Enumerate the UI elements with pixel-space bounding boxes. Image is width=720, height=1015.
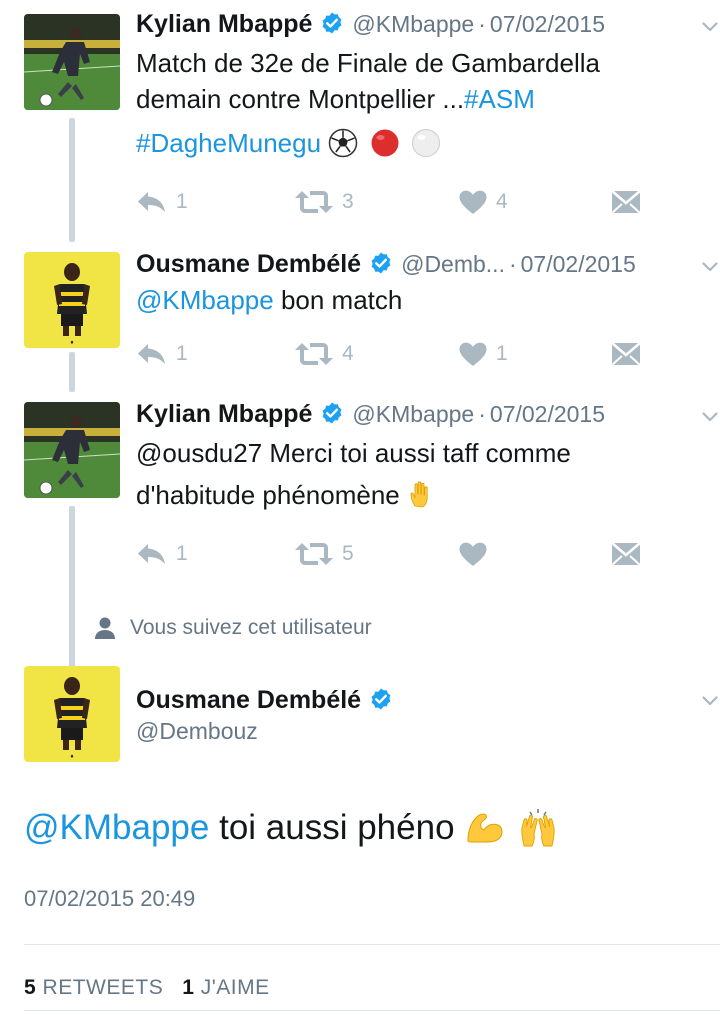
mention-link[interactable]: @KMbappe: [24, 808, 209, 847]
author-handle[interactable]: @Demb...: [401, 251, 505, 278]
tweet-date[interactable]: 07/02/2015: [490, 11, 605, 38]
divider: [24, 944, 720, 945]
author-name[interactable]: Kylian Mbappé: [136, 10, 312, 39]
author-name[interactable]: Ousmane Dembélé: [136, 250, 361, 279]
likes-count: 1: [182, 976, 195, 999]
person-icon: [95, 617, 115, 639]
reply-button[interactable]: 1: [136, 338, 188, 370]
soccer-ball-icon: [329, 128, 358, 158]
follow-notice-text: Vous suivez cet utilisateur: [130, 616, 372, 639]
tweet-actions: 1 3 4: [136, 186, 656, 218]
tweet-text: @KMbappe bon match: [136, 282, 700, 318]
tweet-date[interactable]: 07/02/2015: [490, 401, 605, 428]
tweet-text-line: demain contre Montpellier ...#ASM: [136, 81, 700, 117]
red-circle-icon: [371, 129, 399, 157]
thread-connector: [69, 352, 75, 392]
reply-count: 1: [176, 190, 188, 213]
thread-connector: [69, 118, 75, 242]
tweet-text-line: Match de 32e de Finale de Gambardella: [136, 48, 600, 78]
reply-icon: [136, 341, 168, 367]
chevron-down-icon[interactable]: [702, 412, 718, 422]
mention-link[interactable]: @KMbappe: [136, 285, 274, 315]
tweet-text: @ousdu27 Merci toi aussi taff comme d'ha…: [136, 432, 700, 516]
author-name[interactable]: Ousmane Dembélé: [136, 686, 361, 715]
retweet-icon: [294, 341, 334, 367]
author-handle[interactable]: @KMbappe: [352, 401, 474, 428]
verified-badge-icon: [369, 687, 393, 711]
reply-icon: [136, 189, 168, 215]
heart-icon: [458, 189, 488, 215]
chevron-down-icon[interactable]: [702, 22, 718, 32]
tweet-actions: 1 4 1: [136, 338, 656, 370]
tweet-actions: 1 5: [136, 538, 656, 570]
reply-button[interactable]: 1: [136, 186, 188, 218]
verified-badge-icon: [320, 401, 344, 425]
tweet-text-fragment: bon match: [280, 285, 403, 315]
chevron-down-icon[interactable]: [702, 696, 718, 706]
separator-dot: ·: [478, 401, 486, 427]
divider: [24, 1010, 720, 1011]
like-count: 4: [496, 190, 508, 213]
retweet-icon: [294, 189, 334, 215]
raised-hand-icon: [410, 481, 428, 508]
focused-tweet-text: @KMbappe toi aussi phéno: [24, 808, 562, 850]
reply-icon: [136, 541, 168, 567]
author-handle[interactable]: @KMbappe: [352, 11, 474, 38]
direct-message-button[interactable]: [610, 538, 642, 570]
reply-button[interactable]: 1: [136, 538, 188, 570]
separator-dot: ·: [478, 11, 486, 37]
like-button[interactable]: 4: [458, 186, 508, 218]
tweet-text-fragment: demain contre Montpellier ...: [136, 84, 465, 114]
reply-count: 1: [176, 542, 188, 565]
heart-icon: [458, 341, 488, 367]
tweet-text: Match de 32e de Finale de Gambardella de…: [136, 45, 700, 161]
follow-notice: Vous suivez cet utilisateur: [94, 612, 372, 644]
tweet-date[interactable]: 07/02/2015: [521, 251, 636, 278]
likes-label: J'AIME: [200, 976, 270, 999]
retweets-count: 5: [24, 976, 37, 999]
retweets-label: RETWEETS: [42, 976, 164, 999]
avatar[interactable]: [24, 666, 120, 762]
retweet-button[interactable]: 3: [294, 186, 354, 218]
tweet-text-line: #DagheMunegu: [136, 125, 700, 161]
tweet-text-fragment: toi aussi phéno: [219, 808, 455, 847]
heart-icon: [458, 541, 488, 567]
retweet-icon: [294, 541, 334, 567]
like-count: 1: [496, 342, 508, 365]
hashtag-link[interactable]: #DagheMunegu: [136, 128, 321, 158]
avatar[interactable]: [24, 402, 120, 498]
verified-badge-icon: [320, 11, 344, 35]
author-handle[interactable]: @Dembouz: [136, 718, 258, 745]
verified-badge-icon: [369, 251, 393, 275]
avatar[interactable]: [24, 14, 120, 110]
tweet-stats: 5 RETWEETS 1 J'AIME: [24, 976, 270, 1000]
envelope-icon: [610, 341, 642, 367]
chevron-down-icon[interactable]: [702, 262, 718, 272]
retweet-button[interactable]: 5: [294, 538, 354, 570]
retweet-count: 3: [342, 190, 354, 213]
author-name[interactable]: Kylian Mbappé: [136, 400, 312, 429]
retweet-button[interactable]: 4: [294, 338, 354, 370]
flexed-biceps-icon: [467, 813, 503, 843]
like-button[interactable]: 1: [458, 338, 508, 370]
tweet-text-line: @ousdu27 Merci toi aussi taff comme: [136, 438, 571, 468]
like-button[interactable]: [458, 538, 496, 570]
tweet-text-line: d'habitude phénomène: [136, 474, 700, 516]
retweets-stat[interactable]: 5 RETWEETS: [24, 976, 163, 999]
retweet-count: 4: [342, 342, 354, 365]
reply-count: 1: [176, 342, 188, 365]
tweet-text-fragment: d'habitude phénomène: [136, 480, 400, 510]
hashtag-link[interactable]: #ASM: [464, 84, 535, 114]
retweet-count: 5: [342, 542, 354, 565]
direct-message-button[interactable]: [610, 186, 642, 218]
direct-message-button[interactable]: [610, 338, 642, 370]
avatar[interactable]: [24, 252, 120, 348]
envelope-icon: [610, 189, 642, 215]
likes-stat[interactable]: 1 J'AIME: [182, 976, 269, 999]
envelope-icon: [610, 541, 642, 567]
raising-hands-icon: [521, 808, 555, 847]
white-circle-icon: [411, 129, 440, 158]
separator-dot: ·: [508, 251, 517, 277]
tweet-timestamp: 07/02/2015 20:49: [24, 886, 196, 911]
